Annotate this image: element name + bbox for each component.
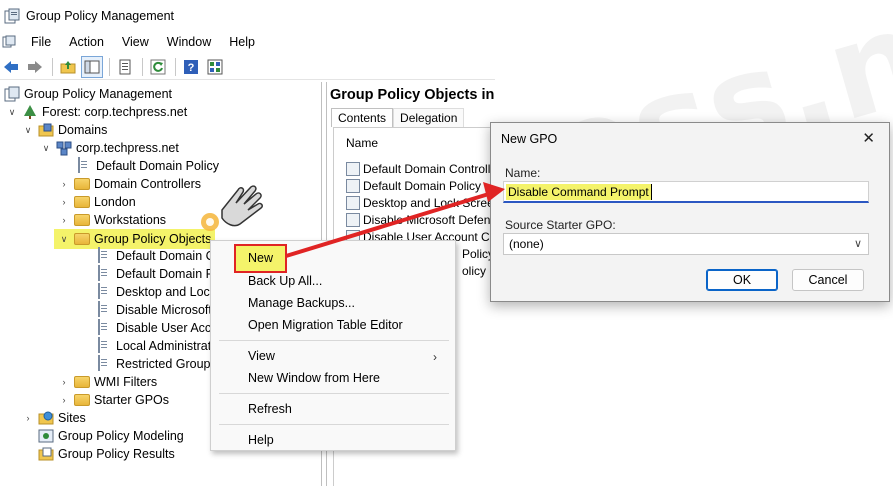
hand-pointer-icon [201,185,263,231]
annotation-arrow [285,182,505,258]
annotation-overlay [201,182,505,258]
